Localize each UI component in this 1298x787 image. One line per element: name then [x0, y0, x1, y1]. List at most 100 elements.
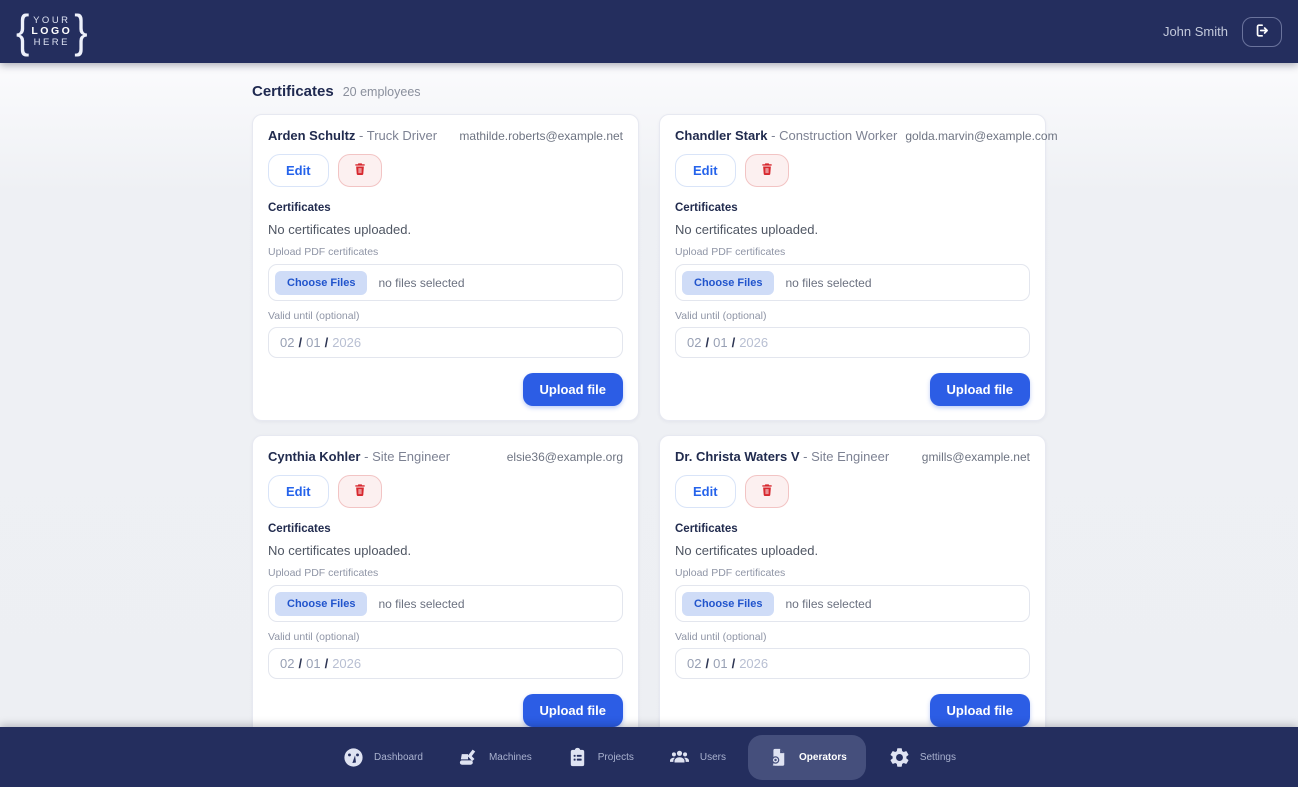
- user-name: John Smith: [1163, 24, 1228, 39]
- no-certificates-text: No certificates uploaded.: [268, 543, 623, 558]
- employee-role: Truck Driver: [367, 128, 437, 143]
- upload-file-button[interactable]: Upload file: [523, 694, 623, 727]
- dashboard-icon: [342, 746, 365, 769]
- valid-until-label: Valid until (optional): [675, 631, 1030, 643]
- employee-email: elsie36@example.org: [507, 450, 623, 464]
- nav-item-settings[interactable]: Settings: [876, 737, 968, 778]
- date-month-segment[interactable]: 02: [687, 335, 701, 350]
- delete-button[interactable]: [338, 154, 382, 187]
- date-month-segment[interactable]: 02: [280, 656, 294, 671]
- upload-pdf-label: Upload PDF certificates: [268, 567, 623, 579]
- employee-title: Cynthia Kohler - Site Engineer: [268, 449, 450, 464]
- date-day-segment[interactable]: 01: [306, 656, 320, 671]
- delete-button[interactable]: [338, 475, 382, 508]
- no-files-selected-text: no files selected: [785, 276, 871, 290]
- edit-button[interactable]: Edit: [675, 475, 736, 508]
- valid-until-date-input[interactable]: 02 / 01 / 2026: [675, 648, 1030, 679]
- choose-files-button[interactable]: Choose Files: [275, 271, 367, 295]
- edit-button[interactable]: Edit: [268, 154, 329, 187]
- valid-until-label: Valid until (optional): [268, 310, 623, 322]
- logout-button[interactable]: [1242, 17, 1282, 47]
- file-input[interactable]: Choose Files no files selected: [268, 264, 623, 301]
- bottom-nav: Dashboard Machines: [0, 727, 1298, 787]
- date-separator: /: [298, 335, 302, 350]
- date-year-segment[interactable]: 2026: [739, 656, 768, 671]
- logo-line-2: LOGO: [31, 26, 72, 37]
- logo: { YOUR LOGO HERE }: [16, 12, 88, 52]
- employee-email: golda.marvin@example.com: [905, 129, 1057, 143]
- delete-button[interactable]: [745, 475, 789, 508]
- nav-item-dashboard[interactable]: Dashboard: [330, 737, 435, 778]
- date-month-segment[interactable]: 02: [280, 335, 294, 350]
- upload-pdf-label: Upload PDF certificates: [675, 567, 1030, 579]
- machines-icon: [457, 746, 480, 769]
- employee-name: Dr. Christa Waters V: [675, 449, 800, 464]
- employee-card: Cynthia Kohler - Site Engineer elsie36@e…: [252, 435, 639, 742]
- file-input[interactable]: Choose Files no files selected: [675, 264, 1030, 301]
- trash-icon: [759, 161, 775, 180]
- date-separator: /: [325, 656, 329, 671]
- trash-icon: [352, 482, 368, 501]
- upload-file-button[interactable]: Upload file: [523, 373, 623, 406]
- date-year-segment[interactable]: 2026: [739, 335, 768, 350]
- projects-icon: [566, 746, 589, 769]
- logo-right-brace: }: [74, 9, 87, 55]
- employee-email: gmills@example.net: [922, 450, 1030, 464]
- page-title: Certificates: [252, 83, 334, 100]
- employee-role: Site Engineer: [372, 449, 450, 464]
- date-year-segment[interactable]: 2026: [332, 656, 361, 671]
- card-actions: Edit: [675, 475, 1030, 508]
- employee-name: Chandler Stark: [675, 128, 767, 143]
- choose-files-button[interactable]: Choose Files: [682, 271, 774, 295]
- no-certificates-text: No certificates uploaded.: [675, 222, 1030, 237]
- upload-file-button[interactable]: Upload file: [930, 373, 1030, 406]
- upload-file-button[interactable]: Upload file: [930, 694, 1030, 727]
- card-footer: Upload file: [675, 694, 1030, 727]
- no-certificates-text: No certificates uploaded.: [675, 543, 1030, 558]
- card-footer: Upload file: [675, 373, 1030, 406]
- no-files-selected-text: no files selected: [785, 597, 871, 611]
- employee-count: 20 employees: [343, 85, 421, 99]
- upload-pdf-label: Upload PDF certificates: [268, 246, 623, 258]
- delete-button[interactable]: [745, 154, 789, 187]
- name-role-separator: -: [803, 449, 807, 464]
- choose-files-button[interactable]: Choose Files: [275, 592, 367, 616]
- valid-until-date-input[interactable]: 02 / 01 / 2026: [268, 648, 623, 679]
- nav-item-users[interactable]: Users: [656, 737, 738, 778]
- card-footer: Upload file: [268, 694, 623, 727]
- employee-card: Arden Schultz - Truck Driver mathilde.ro…: [252, 114, 639, 421]
- choose-files-button[interactable]: Choose Files: [682, 592, 774, 616]
- valid-until-date-input[interactable]: 02 / 01 / 2026: [268, 327, 623, 358]
- edit-button[interactable]: Edit: [675, 154, 736, 187]
- date-day-segment[interactable]: 01: [713, 335, 727, 350]
- employee-title: Arden Schultz - Truck Driver: [268, 128, 437, 143]
- file-input[interactable]: Choose Files no files selected: [268, 585, 623, 622]
- valid-until-label: Valid until (optional): [675, 310, 1030, 322]
- file-input[interactable]: Choose Files no files selected: [675, 585, 1030, 622]
- card-actions: Edit: [268, 154, 623, 187]
- logo-line-3: HERE: [31, 37, 72, 48]
- date-separator: /: [705, 335, 709, 350]
- page-head: Certificates 20 employees: [252, 83, 1046, 100]
- date-month-segment[interactable]: 02: [687, 656, 701, 671]
- logout-icon: [1254, 22, 1271, 42]
- card-actions: Edit: [675, 154, 1030, 187]
- certificates-label: Certificates: [268, 202, 623, 214]
- employee-title: Dr. Christa Waters V - Site Engineer: [675, 449, 889, 464]
- edit-button[interactable]: Edit: [268, 475, 329, 508]
- nav-item-projects[interactable]: Projects: [554, 737, 646, 778]
- content-area: Certificates 20 employees Arden Schultz …: [0, 63, 1298, 787]
- nav-item-operators[interactable]: Operators: [748, 735, 866, 780]
- no-certificates-text: No certificates uploaded.: [268, 222, 623, 237]
- name-role-separator: -: [359, 128, 363, 143]
- date-day-segment[interactable]: 01: [306, 335, 320, 350]
- settings-icon: [888, 746, 911, 769]
- date-separator: /: [705, 656, 709, 671]
- date-separator: /: [732, 656, 736, 671]
- valid-until-date-input[interactable]: 02 / 01 / 2026: [675, 327, 1030, 358]
- upload-pdf-label: Upload PDF certificates: [675, 246, 1030, 258]
- nav-item-machines[interactable]: Machines: [445, 737, 544, 778]
- date-year-segment[interactable]: 2026: [332, 335, 361, 350]
- name-role-separator: -: [364, 449, 368, 464]
- date-day-segment[interactable]: 01: [713, 656, 727, 671]
